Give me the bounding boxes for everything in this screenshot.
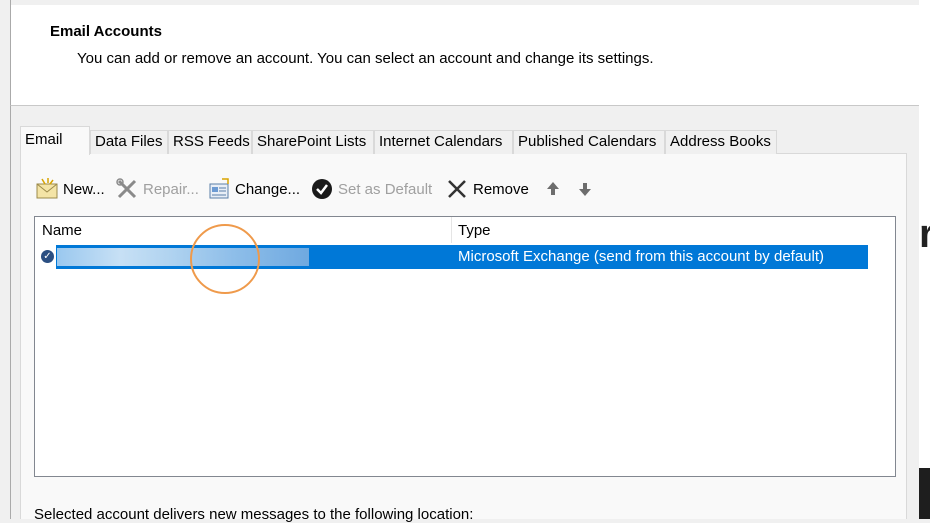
tab-internet-calendars[interactable]: Internet Calendars [374, 130, 513, 154]
remove-button[interactable]: Remove [446, 176, 529, 202]
checkmark-circle-icon [311, 178, 335, 200]
page-description: You can add or remove an account. You ca… [77, 50, 654, 67]
background-glyph: r [919, 212, 930, 256]
move-up-button[interactable] [544, 176, 565, 202]
new-button-label: New... [63, 180, 105, 198]
move-down-button[interactable] [576, 176, 597, 202]
column-header-name[interactable]: Name [42, 222, 82, 239]
column-divider[interactable] [451, 217, 452, 243]
new-button[interactable]: New... [36, 176, 105, 202]
remove-x-icon [446, 178, 470, 200]
title-strip [11, 0, 919, 5]
account-row[interactable]: Microsoft Exchange (send from this accou… [56, 245, 868, 269]
column-header-type[interactable]: Type [458, 222, 491, 239]
new-account-icon [36, 178, 60, 200]
set-default-button[interactable]: Set as Default [311, 176, 432, 202]
click-highlight-circle [190, 224, 260, 294]
tab-published-calendars[interactable]: Published Calendars [513, 130, 665, 154]
background-window-edge: r [919, 0, 930, 519]
account-list[interactable]: Name Type ✓ Microsoft Exchange (send fro… [34, 216, 896, 477]
tab-rss-feeds[interactable]: RSS Feeds [168, 130, 252, 154]
remove-button-label: Remove [473, 180, 529, 198]
change-button-label: Change... [235, 180, 301, 198]
redacted-account-name [57, 248, 309, 266]
tab-data-files[interactable]: Data Files [90, 130, 168, 154]
page-title: Email Accounts [50, 23, 162, 40]
tab-sharepoint-lists[interactable]: SharePoint Lists [252, 130, 374, 154]
arrow-down-icon [576, 178, 594, 200]
tab-address-books[interactable]: Address Books [665, 130, 777, 154]
account-type: Microsoft Exchange (send from this accou… [458, 248, 825, 265]
default-account-check-icon: ✓ [41, 250, 54, 263]
tab-email[interactable]: Email [20, 126, 90, 155]
change-button[interactable]: Change... [208, 176, 300, 202]
repair-tools-icon [116, 178, 140, 200]
dialog-header: Email Accounts You can add or remove an … [10, 0, 920, 106]
delivery-location-label: Selected account delivers new messages t… [34, 506, 474, 523]
arrow-up-icon [544, 178, 562, 200]
repair-button-label: Repair... [143, 180, 199, 198]
repair-button[interactable]: Repair... [116, 176, 199, 202]
set-default-button-label: Set as Default [338, 180, 433, 198]
background-dark-block [919, 468, 930, 519]
change-account-icon [208, 178, 232, 200]
